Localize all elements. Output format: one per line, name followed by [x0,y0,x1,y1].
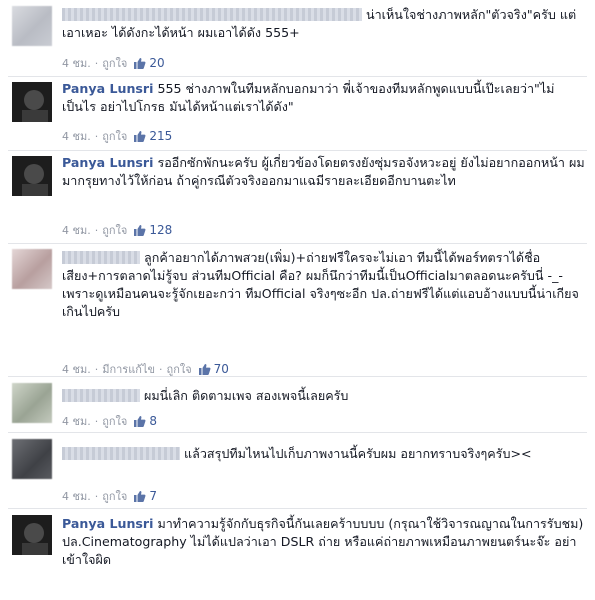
comment-6: แล้วสรุปทีมไหนไปเก็บภาพงานนี้ครับผม อยาก… [0,433,595,507]
comment-text: มาทำความรู้จักกับธุรกิจนี้กันเลยคร้าบบบบ… [157,516,584,531]
thumbs-up-icon [133,415,146,430]
avatar[interactable] [12,249,52,289]
comment-body: น่าเห็นใจช่างภาพหลัก"ตัวจริง"ครับ แต่เอา… [62,6,587,42]
author-name[interactable]: Panya Lunsri [62,81,153,96]
thumbs-up-icon [133,490,146,505]
comment-meta: 4 ชม. · ถูกใจ 215 [62,129,173,145]
like-link[interactable]: ถูกใจ [167,363,192,376]
like-count[interactable]: 7 [149,489,157,503]
like-link[interactable]: ถูกใจ [102,415,127,428]
like-link[interactable]: ถูกใจ [102,130,127,143]
timestamp[interactable]: 4 ชม. [62,490,91,503]
comment-7: Panya Lunsri มาทำความรู้จักกับธุรกิจนี้กั… [0,509,595,600]
timestamp[interactable]: 4 ชม. [62,415,91,428]
comment-meta: 4 ชม. · ถูกใจ 128 [62,223,173,239]
timestamp[interactable]: 4 ชม. [62,224,91,237]
comment-body: Panya Lunsri มาทำความรู้จักกับธุรกิจนี้กั… [62,515,587,569]
redacted-name[interactable] [62,251,140,264]
comment-3: Panya Lunsri รออีกซักพักนะครับ ผู้เกี่ยวข… [0,151,595,244]
thumbs-up-icon [133,224,146,239]
redacted-name[interactable] [62,8,362,21]
timestamp[interactable]: 4 ชม. [62,130,91,143]
comment-text: แล้วสรุปทีมไหนไปเก็บภาพงานนี้ครับผม อยาก… [184,446,532,461]
comment-meta: 4 ชม. · ถูกใจ 20 [62,56,165,72]
comment-meta: 4 ชม. · ถูกใจ 8 [62,414,157,430]
redacted-name[interactable] [62,447,180,460]
like-link[interactable]: ถูกใจ [102,57,127,70]
like-link[interactable]: ถูกใจ [102,490,127,503]
avatar[interactable] [12,6,52,46]
like-count[interactable]: 70 [214,362,229,376]
comment-text: ผมนี่เลิก ติดตามเพจ สองเพจนี้เลยครับ [144,388,349,403]
like-count[interactable]: 20 [149,56,164,70]
comment-2: Panya Lunsri 555 ช่างภาพในทีมหลักบอกมาว่า… [0,77,595,151]
edited-label[interactable]: มีการแก้ไข [102,363,155,376]
thumbs-up-icon [133,130,146,145]
avatar[interactable] [12,515,52,555]
redacted-name[interactable] [62,389,140,402]
comment-body: ผมนี่เลิก ติดตามเพจ สองเพจนี้เลยครับ [62,387,587,405]
like-link[interactable]: ถูกใจ [102,224,127,237]
avatar[interactable] [12,383,52,423]
comment-body: ลูกค้าอยากได้ภาพสวย(เพิ่ม)+ถ่ายฟรีใครจะไ… [62,249,587,321]
comment-1: น่าเห็นใจช่างภาพหลัก"ตัวจริง"ครับ แต่เอา… [0,0,595,76]
author-name[interactable]: Panya Lunsri [62,516,153,531]
comment-feed: น่าเห็นใจช่างภาพหลัก"ตัวจริง"ครับ แต่เอา… [0,0,595,600]
comment-5: ผมนี่เลิก ติดตามเพจ สองเพจนี้เลยครับ 4 ช… [0,377,595,432]
like-count[interactable]: 128 [149,223,172,237]
like-count[interactable]: 8 [149,414,157,428]
timestamp[interactable]: 4 ชม. [62,363,91,376]
author-name[interactable]: Panya Lunsri [62,155,153,170]
comment-4: ลูกค้าอยากได้ภาพสวย(เพิ่ม)+ถ่ายฟรีใครจะไ… [0,244,595,377]
comment-text-ps: ปล.Cinematography ไม่ได้แปลว่าเอา DSLR ถ… [62,534,577,567]
comment-body: Panya Lunsri รออีกซักพักนะครับ ผู้เกี่ยวข… [62,154,587,190]
comment-meta: 4 ชม. · ถูกใจ 7 [62,489,157,505]
thumbs-up-icon [133,57,146,72]
timestamp[interactable]: 4 ชม. [62,57,91,70]
like-count[interactable]: 215 [149,129,172,143]
comment-body: Panya Lunsri 555 ช่างภาพในทีมหลักบอกมาว่า… [62,80,587,116]
avatar[interactable] [12,82,52,122]
comment-body: แล้วสรุปทีมไหนไปเก็บภาพงานนี้ครับผม อยาก… [62,445,587,463]
avatar[interactable] [12,156,52,196]
avatar[interactable] [12,439,52,479]
